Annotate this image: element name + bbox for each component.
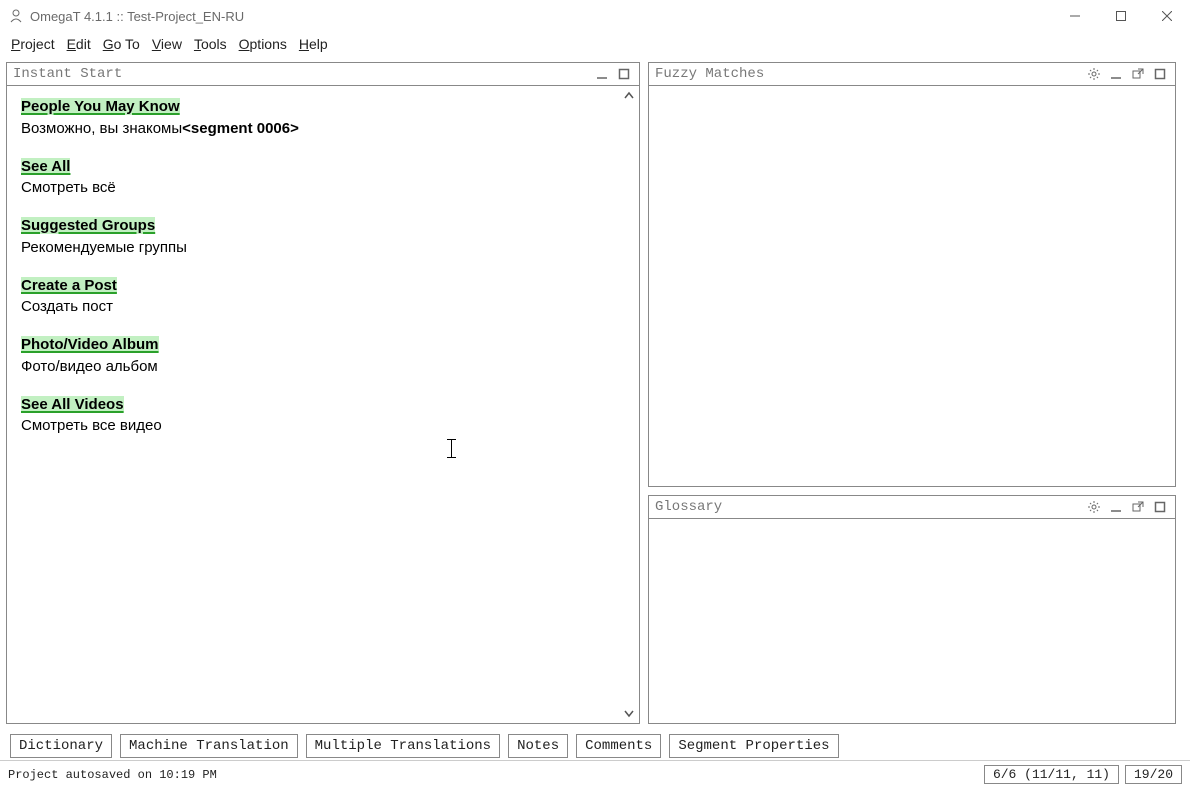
segment-target: Фото/видео альбом [21,356,625,378]
menu-bar: Project Edit Go To View Tools Options He… [0,32,1190,56]
menu-tools[interactable]: Tools [189,34,232,54]
segment-0[interactable]: People You May Know Возможно, вы знакомы… [21,96,625,140]
segment-4[interactable]: Photo/Video Album Фото/видео альбом [21,334,625,378]
segment-3[interactable]: Create a Post Создать пост [21,275,625,319]
segment-marker: <segment 0006> [182,120,299,137]
editor-panel-title: Instant Start [13,66,122,82]
tab-machine-translation[interactable]: Machine Translation [120,734,298,758]
tab-multiple-translations[interactable]: Multiple Translations [306,734,500,758]
segment-source: See All Videos [21,396,124,413]
status-bar: Project autosaved on 10:19 PM 6/6 (11/11… [0,760,1190,788]
segment-source: Create a Post [21,277,117,294]
close-button[interactable] [1144,0,1190,32]
fuzzy-panel-header: Fuzzy Matches [649,63,1175,85]
editor-panel: Instant Start People You May Know Возмож… [6,62,640,724]
window-title: OmegaT 4.1.1 :: Test-Project_EN-RU [30,9,244,24]
window-controls [1052,0,1190,32]
workspace: Instant Start People You May Know Возмож… [0,56,1190,732]
fuzzy-matches-panel: Fuzzy Matches [648,62,1176,487]
scroll-up-icon[interactable] [621,88,637,104]
tab-dictionary[interactable]: Dictionary [10,734,112,758]
status-autosave: Project autosaved on 10:19 PM [8,768,217,782]
segment-source: Suggested Groups [21,217,155,234]
status-count: 19/20 [1125,765,1182,784]
glossary-panel-header: Glossary [649,496,1175,518]
menu-project[interactable]: Project [6,34,60,54]
menu-help[interactable]: Help [294,34,333,54]
right-column: Fuzzy Matches Glossary [648,62,1176,726]
status-progress: 6/6 (11/11, 11) [984,765,1119,784]
panel-undock-icon[interactable] [1129,498,1147,516]
maximize-button[interactable] [1098,0,1144,32]
glossary-panel-title: Glossary [655,499,722,515]
panel-maximize-icon[interactable] [1151,498,1169,516]
segment-source: See All [21,158,70,175]
minimize-button[interactable] [1052,0,1098,32]
text-caret-bottom [447,457,456,458]
segment-target: Рекомендуемые группы [21,237,625,259]
glossary-body[interactable] [649,518,1175,723]
text-caret [451,440,452,458]
panel-maximize-icon[interactable] [615,65,633,83]
panel-settings-icon[interactable] [1085,498,1103,516]
panel-settings-icon[interactable] [1085,65,1103,83]
fuzzy-panel-title: Fuzzy Matches [655,66,764,82]
tab-segment-properties[interactable]: Segment Properties [669,734,838,758]
tab-comments[interactable]: Comments [576,734,661,758]
segment-5[interactable]: See All Videos Смотреть все видео [21,394,625,438]
panel-maximize-icon[interactable] [1151,65,1169,83]
editor-body[interactable]: People You May Know Возможно, вы знакомы… [7,85,639,723]
app-icon [8,8,24,24]
bottom-tabs: Dictionary Machine Translation Multiple … [0,732,1190,760]
menu-view[interactable]: View [147,34,187,54]
panel-minimize-icon[interactable] [593,65,611,83]
panel-undock-icon[interactable] [1129,65,1147,83]
segment-1[interactable]: See All Смотреть всё [21,156,625,200]
segment-target: Смотреть все видео [21,415,625,437]
segment-target: Возможно, вы знакомы<segment 0006> [21,118,625,140]
title-bar: OmegaT 4.1.1 :: Test-Project_EN-RU [0,0,1190,32]
menu-goto[interactable]: Go To [98,34,145,54]
segment-source: Photo/Video Album [21,336,159,353]
segment-target: Создать пост [21,296,625,318]
panel-minimize-icon[interactable] [1107,498,1125,516]
tab-notes[interactable]: Notes [508,734,568,758]
editor-panel-header: Instant Start [7,63,639,85]
fuzzy-body[interactable] [649,85,1175,486]
scroll-down-icon[interactable] [621,705,637,721]
panel-minimize-icon[interactable] [1107,65,1125,83]
segment-target: Смотреть всё [21,177,625,199]
menu-options[interactable]: Options [234,34,292,54]
glossary-panel: Glossary [648,495,1176,724]
segment-source: People You May Know [21,98,180,115]
segment-2[interactable]: Suggested Groups Рекомендуемые группы [21,215,625,259]
menu-edit[interactable]: Edit [62,34,96,54]
